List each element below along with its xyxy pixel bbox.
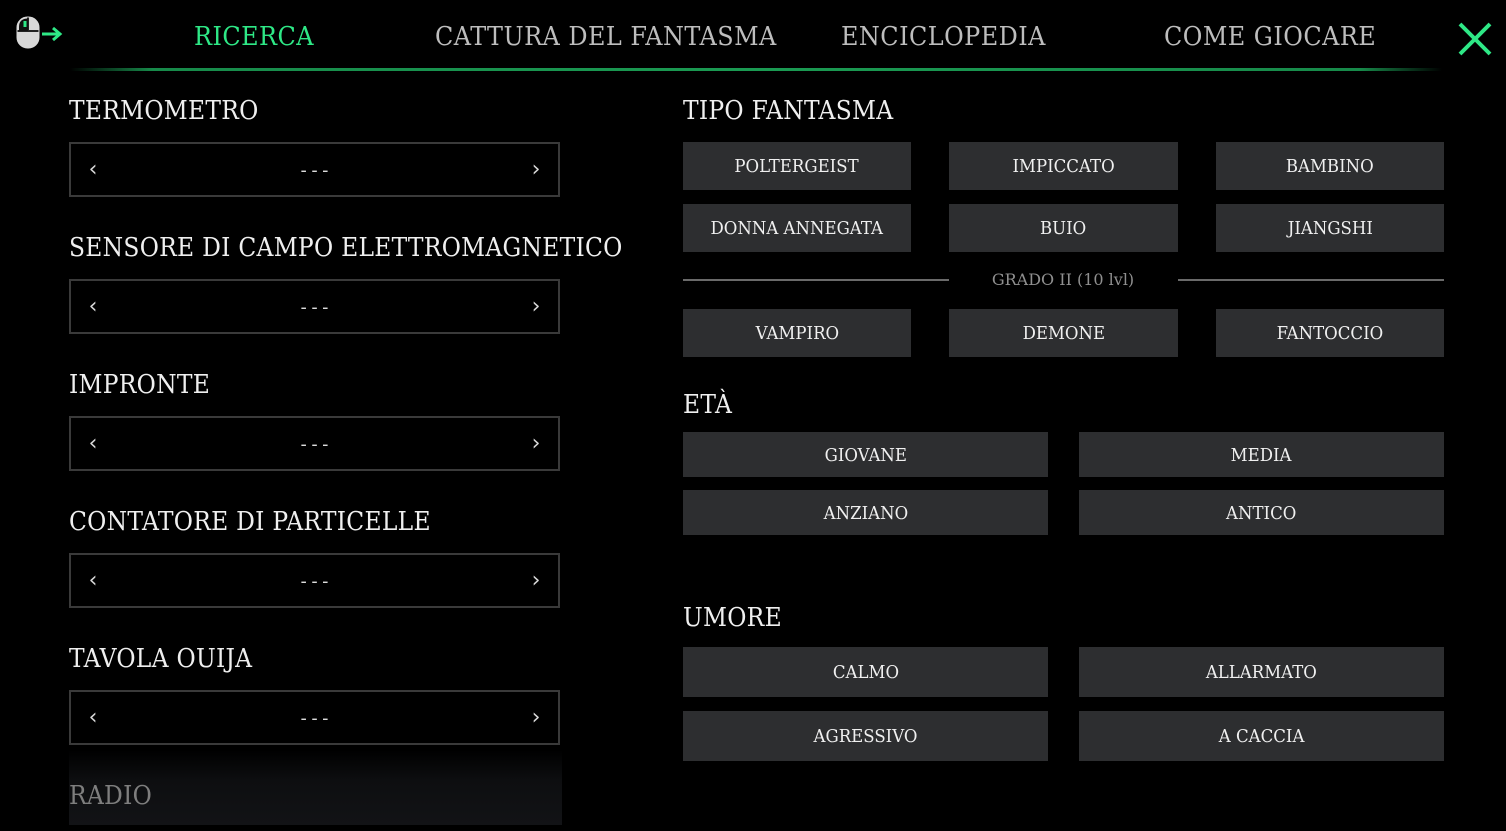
option-label: BAMBINO — [1286, 156, 1374, 177]
close-button[interactable] — [1456, 20, 1494, 58]
age-option-media[interactable]: MEDIA — [1079, 432, 1444, 477]
option-label: DEMONE — [1022, 323, 1105, 344]
ghost-option-donna-annegata[interactable]: DONNA ANNEGATA — [683, 204, 911, 252]
evidence-value: --- — [298, 571, 331, 592]
ghost-option-jiangshi[interactable]: JIANGSHI — [1216, 204, 1444, 252]
option-label: ANTICO — [1226, 503, 1297, 524]
mood-option-agressivo[interactable]: AGRESSIVO — [683, 711, 1048, 761]
chevron-left-icon[interactable]: ‹ — [73, 418, 113, 469]
tab-enciclopedia[interactable]: ENCICLOPEDIA — [841, 20, 1046, 54]
chevron-left-icon[interactable]: ‹ — [73, 692, 113, 743]
tab-come-giocare[interactable]: COME GIOCARE — [1164, 20, 1376, 54]
ghost-option-poltergeist[interactable]: POLTERGEIST — [683, 142, 911, 190]
evidence-value: --- — [298, 434, 331, 455]
age-title: ETÀ — [683, 390, 733, 420]
evidence-selector-ouija: ‹ --- › — [69, 690, 560, 745]
option-label: GIOVANE — [824, 445, 907, 466]
evidence-selector-termometro: ‹ --- › — [69, 142, 560, 197]
option-label: POLTERGEIST — [734, 156, 860, 177]
mood-option-a-caccia[interactable]: A CACCIA — [1079, 711, 1444, 761]
option-label: FANTOCCIO — [1276, 323, 1384, 344]
option-label: IMPICCATO — [1012, 156, 1115, 177]
tab-underline-divider — [70, 68, 1442, 71]
option-label: MEDIA — [1231, 445, 1292, 466]
evidence-label-ouija: TAVOLA OUIJA — [69, 644, 253, 674]
option-label: DONNA ANNEGATA — [710, 218, 884, 239]
chevron-right-icon[interactable]: › — [516, 144, 556, 195]
tier-divider-left — [683, 279, 949, 281]
age-option-giovane[interactable]: GIOVANE — [683, 432, 1048, 477]
ghost-option-buio[interactable]: BUIO — [949, 204, 1178, 252]
option-label: A CACCIA — [1218, 726, 1305, 747]
top-navigation: RICERCA CATTURA DEL FANTASMA ENCICLOPEDI… — [0, 0, 1506, 72]
ghost-option-vampiro[interactable]: VAMPIRO — [683, 309, 911, 357]
mood-title: UMORE — [683, 603, 782, 633]
tab-ricerca[interactable]: RICERCA — [194, 20, 314, 54]
option-label: ALLARMATO — [1205, 662, 1318, 683]
chevron-right-icon[interactable]: › — [516, 555, 556, 606]
mood-option-calmo[interactable]: CALMO — [683, 647, 1048, 697]
ghost-option-bambino[interactable]: BAMBINO — [1216, 142, 1444, 190]
chevron-left-icon[interactable]: ‹ — [73, 555, 113, 606]
chevron-right-icon[interactable]: › — [516, 281, 556, 332]
option-label: AGRESSIVO — [813, 726, 918, 747]
ghost-option-impiccato[interactable]: IMPICCATO — [949, 142, 1178, 190]
evidence-label-emf: SENSORE DI CAMPO ELETTROMAGNETICO — [69, 233, 623, 263]
evidence-selector-emf: ‹ --- › — [69, 279, 560, 334]
close-x-icon — [1458, 22, 1492, 56]
age-option-anziano[interactable]: ANZIANO — [683, 490, 1048, 535]
evidence-label-radio: RADIO — [69, 781, 153, 811]
evidence-value: --- — [298, 297, 331, 318]
evidence-value: --- — [298, 160, 331, 181]
option-label: CALMO — [832, 662, 899, 683]
ghost-option-demone[interactable]: DEMONE — [949, 309, 1178, 357]
evidence-value: --- — [298, 708, 331, 729]
chevron-right-icon[interactable]: › — [516, 692, 556, 743]
option-label: BUIO — [1040, 218, 1087, 239]
age-option-antico[interactable]: ANTICO — [1079, 490, 1444, 535]
evidence-label-termometro: TERMOMETRO — [69, 96, 259, 126]
option-label: VAMPIRO — [755, 323, 839, 344]
tier-label: GRADO II (10 lvl) — [991, 270, 1135, 289]
ghost-option-fantoccio[interactable]: FANTOCCIO — [1216, 309, 1444, 357]
evidence-label-impronte: IMPRONTE — [69, 370, 211, 400]
chevron-right-icon[interactable]: › — [516, 418, 556, 469]
option-label: JIANGSHI — [1287, 218, 1373, 239]
chevron-left-icon[interactable]: ‹ — [73, 144, 113, 195]
mouse-left-click-arrow-icon — [16, 16, 64, 52]
evidence-label-contatore: CONTATORE DI PARTICELLE — [69, 507, 431, 537]
tier-divider-right — [1178, 279, 1444, 281]
evidence-selector-contatore: ‹ --- › — [69, 553, 560, 608]
mood-option-allarmato[interactable]: ALLARMATO — [1079, 647, 1444, 697]
option-label: ANZIANO — [823, 503, 908, 524]
tab-cattura-del-fantasma[interactable]: CATTURA DEL FANTASMA — [435, 20, 777, 54]
ghost-type-title: TIPO FANTASMA — [683, 96, 894, 126]
chevron-left-icon[interactable]: ‹ — [73, 281, 113, 332]
evidence-selector-impronte: ‹ --- › — [69, 416, 560, 471]
